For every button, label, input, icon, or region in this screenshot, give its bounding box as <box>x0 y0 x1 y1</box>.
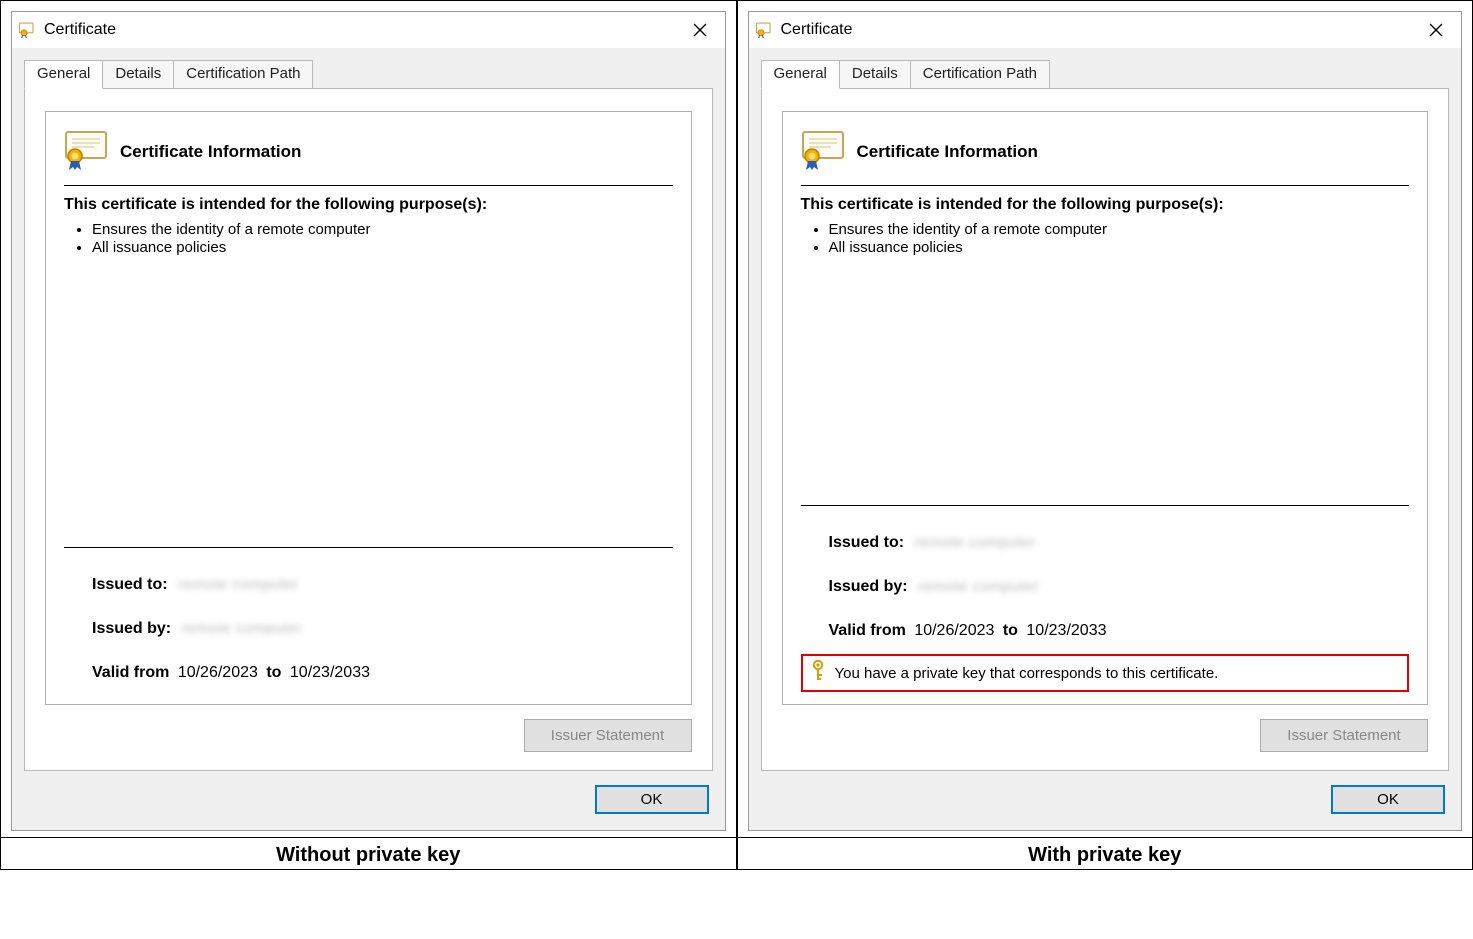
private-key-text: You have a private key that corresponds … <box>835 665 1219 682</box>
tab-general[interactable]: General <box>761 60 840 89</box>
left-panel: Certificate General Details Certificatio… <box>0 0 737 838</box>
issuer-statement-row: Issuer Statement <box>782 719 1429 752</box>
issued-to-label: Issued to: <box>92 576 168 593</box>
certificate-ribbon-icon <box>801 130 845 173</box>
purpose-list: Ensures the identity of a remote compute… <box>70 220 673 257</box>
purpose-list: Ensures the identity of a remote compute… <box>807 220 1410 257</box>
right-panel: Certificate General Details Certificatio… <box>737 0 1473 838</box>
purpose-title: This certificate is intended for the fol… <box>64 196 673 214</box>
certificate-info-title: Certificate Information <box>857 142 1038 162</box>
certificate-info-header: Certificate Information <box>64 130 673 186</box>
certificate-info-box: Certificate Information This certificate… <box>782 111 1429 705</box>
tab-details[interactable]: Details <box>102 60 174 89</box>
certificate-dialog: Certificate General Details Certificatio… <box>11 11 726 831</box>
issuer-statement-button: Issuer Statement <box>1260 719 1428 752</box>
certificate-info-box: Certificate Information This certificate… <box>45 111 692 705</box>
issued-by-value: remote computer <box>918 578 1039 595</box>
tab-details[interactable]: Details <box>839 60 911 89</box>
titlebar: Certificate <box>12 12 725 48</box>
certificate-icon <box>18 20 36 41</box>
ok-button[interactable]: OK <box>595 785 709 814</box>
purpose-item: Ensures the identity of a remote compute… <box>829 221 1410 238</box>
purpose-item: All issuance policies <box>92 239 673 256</box>
tab-panel-general: Certificate Information This certificate… <box>761 88 1450 771</box>
tab-panel-general: Certificate Information This certificate… <box>24 88 713 771</box>
purpose-item: Ensures the identity of a remote compute… <box>92 221 673 238</box>
valid-from-label: Valid from <box>829 622 906 639</box>
client-area: General Details Certification Path <box>12 48 725 830</box>
certificate-info-header: Certificate Information <box>801 130 1410 186</box>
tab-general[interactable]: General <box>24 60 103 89</box>
valid-from-date: 10/26/2023 <box>178 664 258 681</box>
certificate-info-title: Certificate Information <box>120 142 301 162</box>
valid-row: Valid from 10/26/2023 to 10/23/2033 <box>92 664 673 682</box>
issued-to-row: Issued to: remote computer <box>92 576 673 594</box>
valid-from-date: 10/26/2023 <box>914 622 994 639</box>
window-title: Certificate <box>781 21 1410 39</box>
issued-by-label: Issued by: <box>829 578 908 595</box>
issued-by-row: Issued by: remote computer <box>829 578 1410 596</box>
right-caption: With private key <box>737 838 1473 870</box>
key-icon <box>809 660 827 686</box>
issued-to-value: remote computer <box>178 576 299 593</box>
window-title: Certificate <box>44 21 673 39</box>
left-caption: Without private key <box>0 838 737 870</box>
client-area: General Details Certification Path <box>749 48 1462 830</box>
valid-from-label: Valid from <box>92 664 169 681</box>
issued-by-row: Issued by: remote computer <box>92 620 673 638</box>
issued-to-value: remote computer <box>915 534 1036 551</box>
issued-to-row: Issued to: remote computer <box>829 534 1410 552</box>
issuer-statement-row: Issuer Statement <box>45 719 692 752</box>
titlebar: Certificate <box>749 12 1462 48</box>
valid-row: Valid from 10/26/2023 to 10/23/2033 <box>829 622 1410 640</box>
certificate-dialog: Certificate General Details Certificatio… <box>748 11 1463 831</box>
tab-strip: General Details Certification Path <box>761 60 1450 89</box>
issued-by-label: Issued by: <box>92 620 171 637</box>
valid-to-label: to <box>1003 622 1018 639</box>
purpose-title: This certificate is intended for the fol… <box>801 196 1410 214</box>
issued-to-label: Issued to: <box>829 534 905 551</box>
tab-certification-path[interactable]: Certification Path <box>173 60 313 89</box>
certificate-icon <box>755 20 773 41</box>
purpose-item: All issuance policies <box>829 239 1410 256</box>
tab-strip: General Details Certification Path <box>24 60 713 89</box>
valid-to-date: 10/23/2033 <box>290 664 370 681</box>
close-button[interactable] <box>681 16 719 44</box>
valid-to-date: 10/23/2033 <box>1026 622 1106 639</box>
issuance-block: Issued to: remote computer Issued by: re… <box>801 506 1410 650</box>
valid-to-label: to <box>266 664 281 681</box>
issuer-statement-button: Issuer Statement <box>524 719 692 752</box>
certificate-ribbon-icon <box>64 130 108 173</box>
ok-button[interactable]: OK <box>1331 785 1445 814</box>
private-key-notice: You have a private key that corresponds … <box>801 654 1410 692</box>
issuance-block: Issued to: remote computer Issued by: re… <box>64 548 673 692</box>
dialog-buttons: OK <box>24 771 713 818</box>
tab-certification-path[interactable]: Certification Path <box>910 60 1050 89</box>
close-button[interactable] <box>1417 16 1455 44</box>
issued-by-value: remote computer <box>182 620 303 637</box>
dialog-buttons: OK <box>761 771 1450 818</box>
